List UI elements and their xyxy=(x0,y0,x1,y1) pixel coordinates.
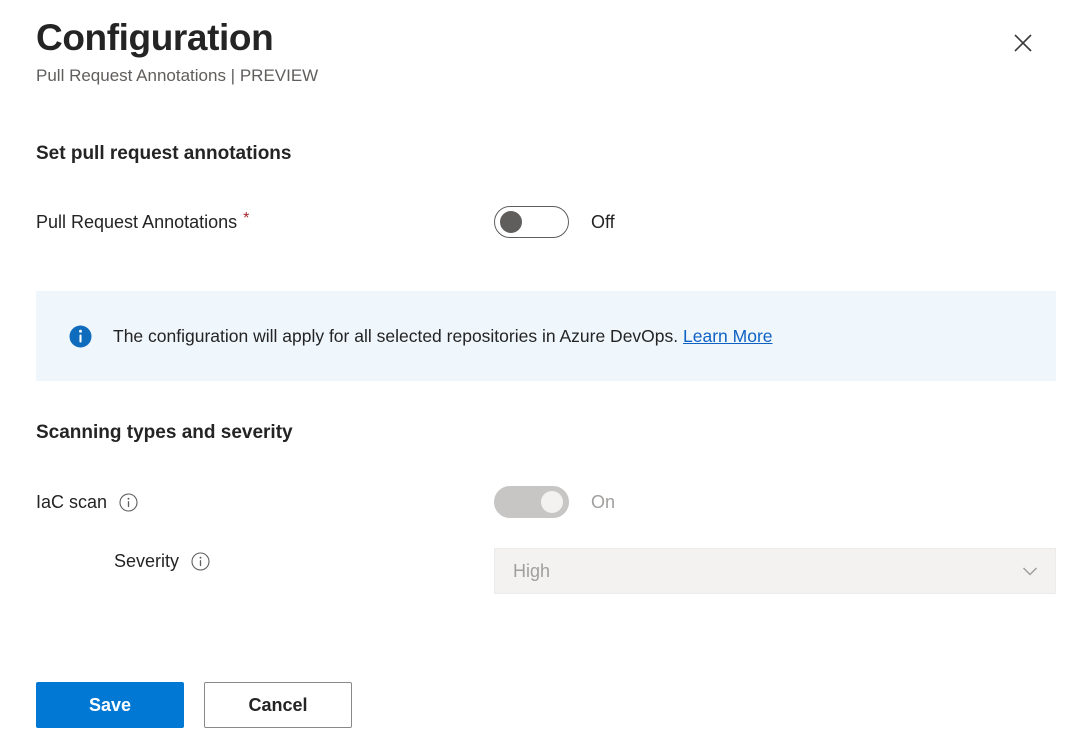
label-iac-scan: IaC scan xyxy=(36,489,494,515)
chevron-down-icon xyxy=(1019,560,1041,582)
toggle-group-pull-request-annotations: Off xyxy=(494,206,615,238)
label-severity: Severity xyxy=(36,548,494,574)
toggle-knob xyxy=(541,491,563,513)
severity-dropdown[interactable]: High xyxy=(494,548,1056,594)
info-banner-text: The configuration will apply for all sel… xyxy=(113,324,773,348)
toggle-pull-request-annotations[interactable] xyxy=(494,206,569,238)
label-text: IaC scan xyxy=(36,492,108,512)
footer-actions: Save Cancel xyxy=(36,682,352,728)
label-text: Severity xyxy=(114,551,180,571)
close-button[interactable] xyxy=(1004,24,1042,62)
cancel-button[interactable]: Cancel xyxy=(204,682,352,728)
info-circle-outline-icon-iac-scan[interactable] xyxy=(119,492,138,512)
row-iac-scan: IaC scan On xyxy=(36,486,1032,518)
toggle-state-label-iac-scan: On xyxy=(591,492,616,512)
label-text: Pull Request Annotations xyxy=(36,212,238,232)
toggle-iac-scan[interactable] xyxy=(494,486,569,518)
page-title: Configuration xyxy=(36,17,274,58)
page-subtitle: Pull Request Annotations | PREVIEW xyxy=(36,66,319,85)
panel-header: Configuration Pull Request Annotations |… xyxy=(36,16,1032,88)
row-pull-request-annotations: Pull Request Annotations * Off xyxy=(36,206,1032,238)
severity-dropdown-value: High xyxy=(513,560,551,581)
save-button[interactable]: Save xyxy=(36,682,184,728)
info-filled-icon xyxy=(68,324,93,349)
label-pull-request-annotations: Pull Request Annotations * xyxy=(36,209,494,235)
section-heading-set-pull-request-annotations: Set pull request annotations xyxy=(36,143,292,164)
section-heading-scanning-types-and-severity: Scanning types and severity xyxy=(36,422,293,443)
info-banner: The configuration will apply for all sel… xyxy=(36,291,1056,381)
toggle-knob xyxy=(500,211,522,233)
close-icon xyxy=(1012,32,1034,54)
configuration-panel: Configuration Pull Request Annotations |… xyxy=(0,0,1068,746)
info-banner-message: The configuration will apply for all sel… xyxy=(113,326,679,346)
learn-more-link[interactable]: Learn More xyxy=(683,326,773,346)
toggle-state-label-pull-request-annotations: Off xyxy=(591,212,615,232)
info-circle-outline-icon-severity[interactable] xyxy=(191,551,210,571)
required-asterisk: * xyxy=(243,210,250,227)
toggle-group-iac-scan: On xyxy=(494,486,615,518)
